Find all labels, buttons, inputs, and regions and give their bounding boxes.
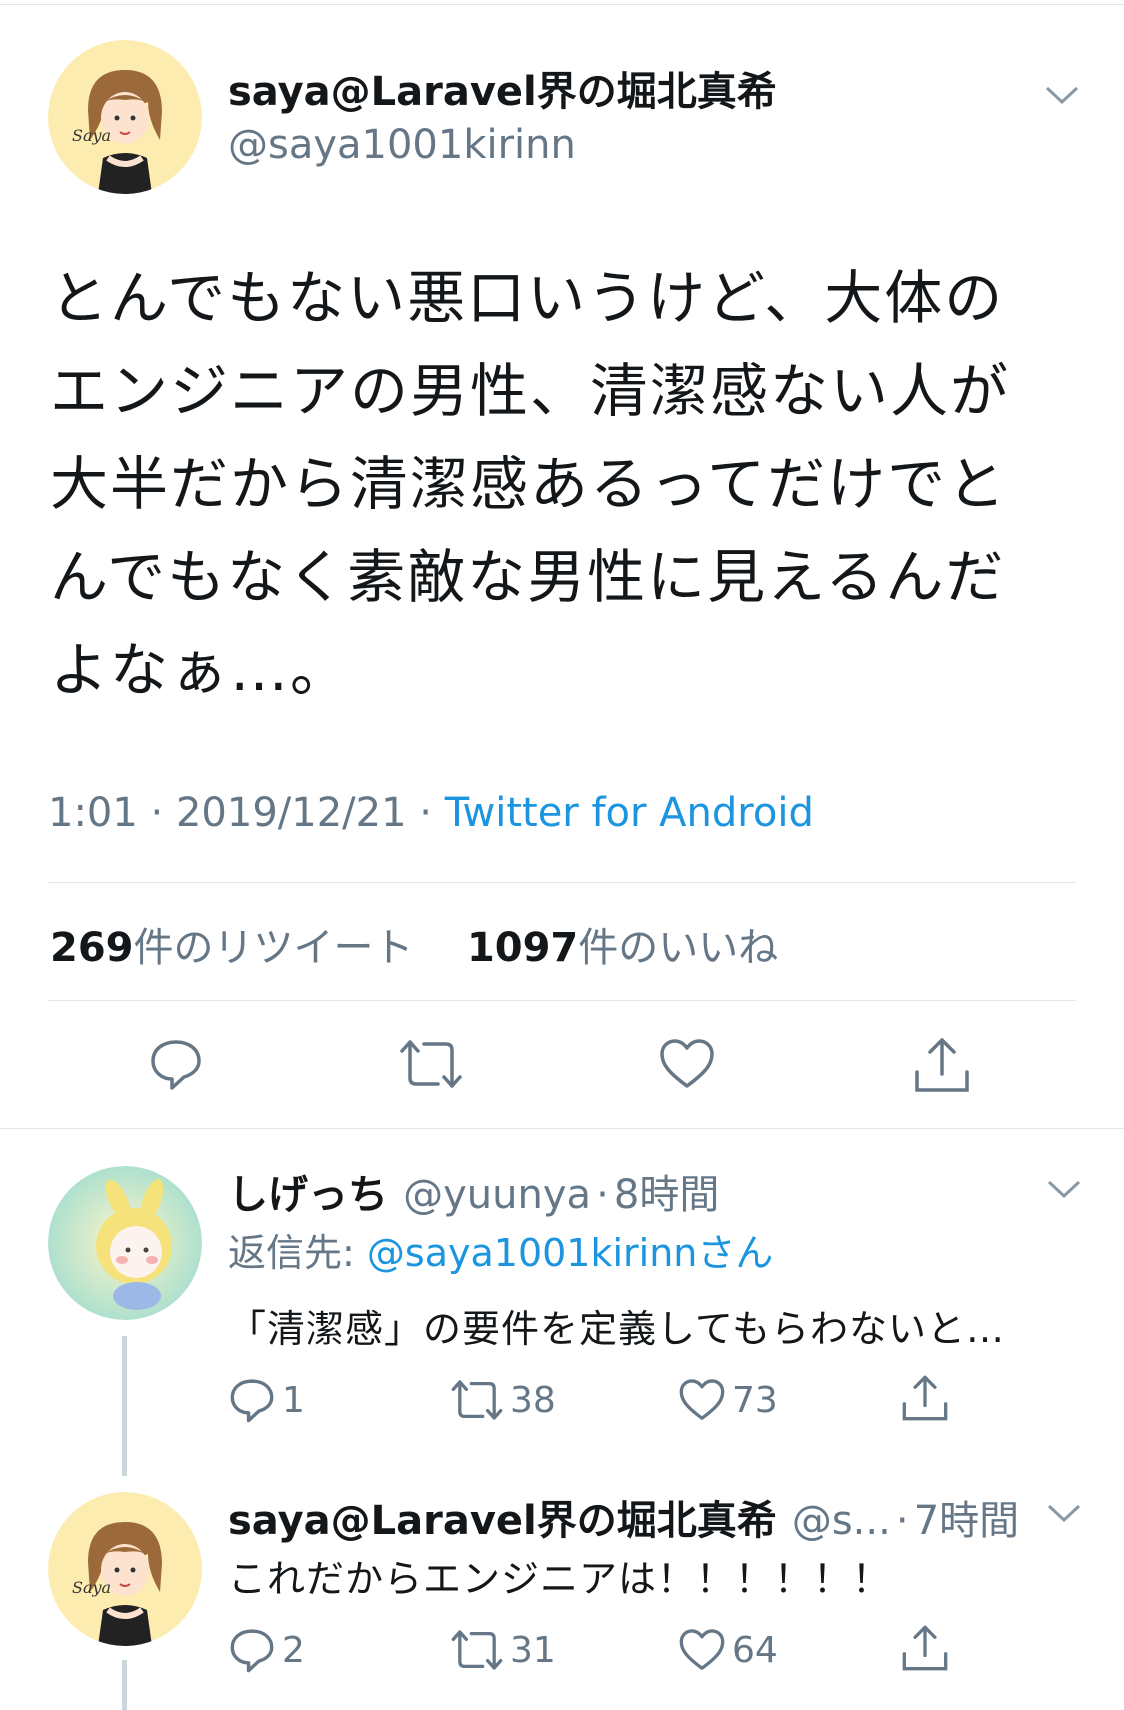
avatar-signature: Saya xyxy=(72,1578,112,1597)
tweet-meta: 1:01 · 2019/12/21 · Twitter for Android xyxy=(48,790,814,836)
reply1-header: しげっち @yuunya · 8時間 xyxy=(228,1172,720,1218)
reply1-reply-to: 返信先: @saya1001kirinnさん xyxy=(228,1231,774,1275)
reply2-header: saya@Laravel界の堀北真希 @s... · 7時間 xyxy=(228,1498,1020,1544)
share-icon xyxy=(915,1038,969,1092)
reply1-display-name[interactable]: しげっち xyxy=(228,1172,388,1218)
retweet-icon xyxy=(400,1040,462,1088)
reply-button[interactable] xyxy=(148,1036,204,1096)
tweet-date: 2019/12/21 xyxy=(175,790,407,836)
reply2-avatar[interactable]: Saya xyxy=(48,1492,202,1646)
reply-icon xyxy=(151,1040,201,1090)
heart-icon xyxy=(660,1039,714,1088)
author-avatar[interactable]: Saya xyxy=(48,40,202,194)
tweet-text: とんでもない悪口いうけど、大体のエンジニアの男性、清潔感ない人が大半だから清潔感… xyxy=(50,264,1011,704)
like-button[interactable] xyxy=(658,1038,716,1094)
tweet-stats: 269件のリツイート 1097件のいいね xyxy=(50,915,778,973)
reply2-like-count: 64 xyxy=(732,1629,778,1671)
reply1-handle[interactable]: @yuunya xyxy=(403,1172,591,1218)
share-icon xyxy=(902,1625,948,1671)
thread-line xyxy=(122,1336,127,1476)
reply2-text: これだからエンジニアは！！！！！！ xyxy=(228,1557,892,1601)
heart-icon xyxy=(679,1629,725,1670)
author-display-name[interactable]: saya@Laravel界の堀北真希 xyxy=(228,68,777,116)
reply2-display-name[interactable]: saya@Laravel界の堀北真希 xyxy=(228,1498,777,1544)
share-icon xyxy=(902,1375,948,1421)
reply1-text: 「清潔感」の要件を定義してもらわないと… xyxy=(228,1307,1005,1351)
section-divider xyxy=(0,1128,1124,1129)
retweet-icon xyxy=(451,1630,503,1670)
divider xyxy=(48,882,1076,883)
avatar-signature: Saya xyxy=(72,126,112,145)
reply2-time: 7時間 xyxy=(913,1498,1020,1544)
reply-icon xyxy=(230,1629,274,1673)
chevron-down-icon[interactable] xyxy=(1046,1502,1082,1524)
reply2-reply-button[interactable]: 2 xyxy=(228,1626,305,1674)
reply-to-user-link[interactable]: @saya1001kirinnさん xyxy=(367,1231,773,1275)
reply1-reply-button[interactable]: 1 xyxy=(228,1376,305,1424)
reply-icon xyxy=(230,1379,274,1423)
retweet-button[interactable] xyxy=(398,1038,464,1094)
reply-avatar[interactable] xyxy=(48,1166,202,1320)
retweets-stat[interactable]: 269件のリツイート xyxy=(50,925,414,971)
reply2-share-button[interactable] xyxy=(900,1624,950,1672)
reply1-retweet-button[interactable]: 38 xyxy=(450,1378,556,1422)
top-divider xyxy=(0,0,1124,5)
reply2-like-button[interactable]: 64 xyxy=(678,1628,778,1672)
chevron-down-icon[interactable] xyxy=(1044,84,1080,106)
reply1-share-button[interactable] xyxy=(900,1374,950,1422)
divider xyxy=(48,1000,1076,1001)
heart-icon xyxy=(679,1379,725,1420)
reply1-time: 8時間 xyxy=(613,1172,720,1218)
tweet-source-link[interactable]: Twitter for Android xyxy=(445,790,814,836)
reply1-reply-count: 1 xyxy=(282,1379,305,1421)
tweet-time: 1:01 xyxy=(48,790,138,836)
share-button[interactable] xyxy=(912,1036,972,1098)
reply1-like-count: 73 xyxy=(732,1379,778,1421)
reply2-retweet-count: 31 xyxy=(510,1629,556,1671)
retweet-icon xyxy=(451,1380,503,1420)
author-handle[interactable]: @saya1001kirinn xyxy=(228,122,576,168)
reply2-retweet-button[interactable]: 31 xyxy=(450,1628,556,1672)
reply2-handle[interactable]: @s... xyxy=(792,1498,891,1544)
reply1-like-button[interactable]: 73 xyxy=(678,1378,778,1422)
reply2-reply-count: 2 xyxy=(282,1629,305,1671)
chevron-down-icon[interactable] xyxy=(1046,1178,1082,1200)
reply1-retweet-count: 38 xyxy=(510,1379,556,1421)
likes-stat[interactable]: 1097件のいいね xyxy=(467,925,778,971)
thread-line xyxy=(122,1660,127,1710)
